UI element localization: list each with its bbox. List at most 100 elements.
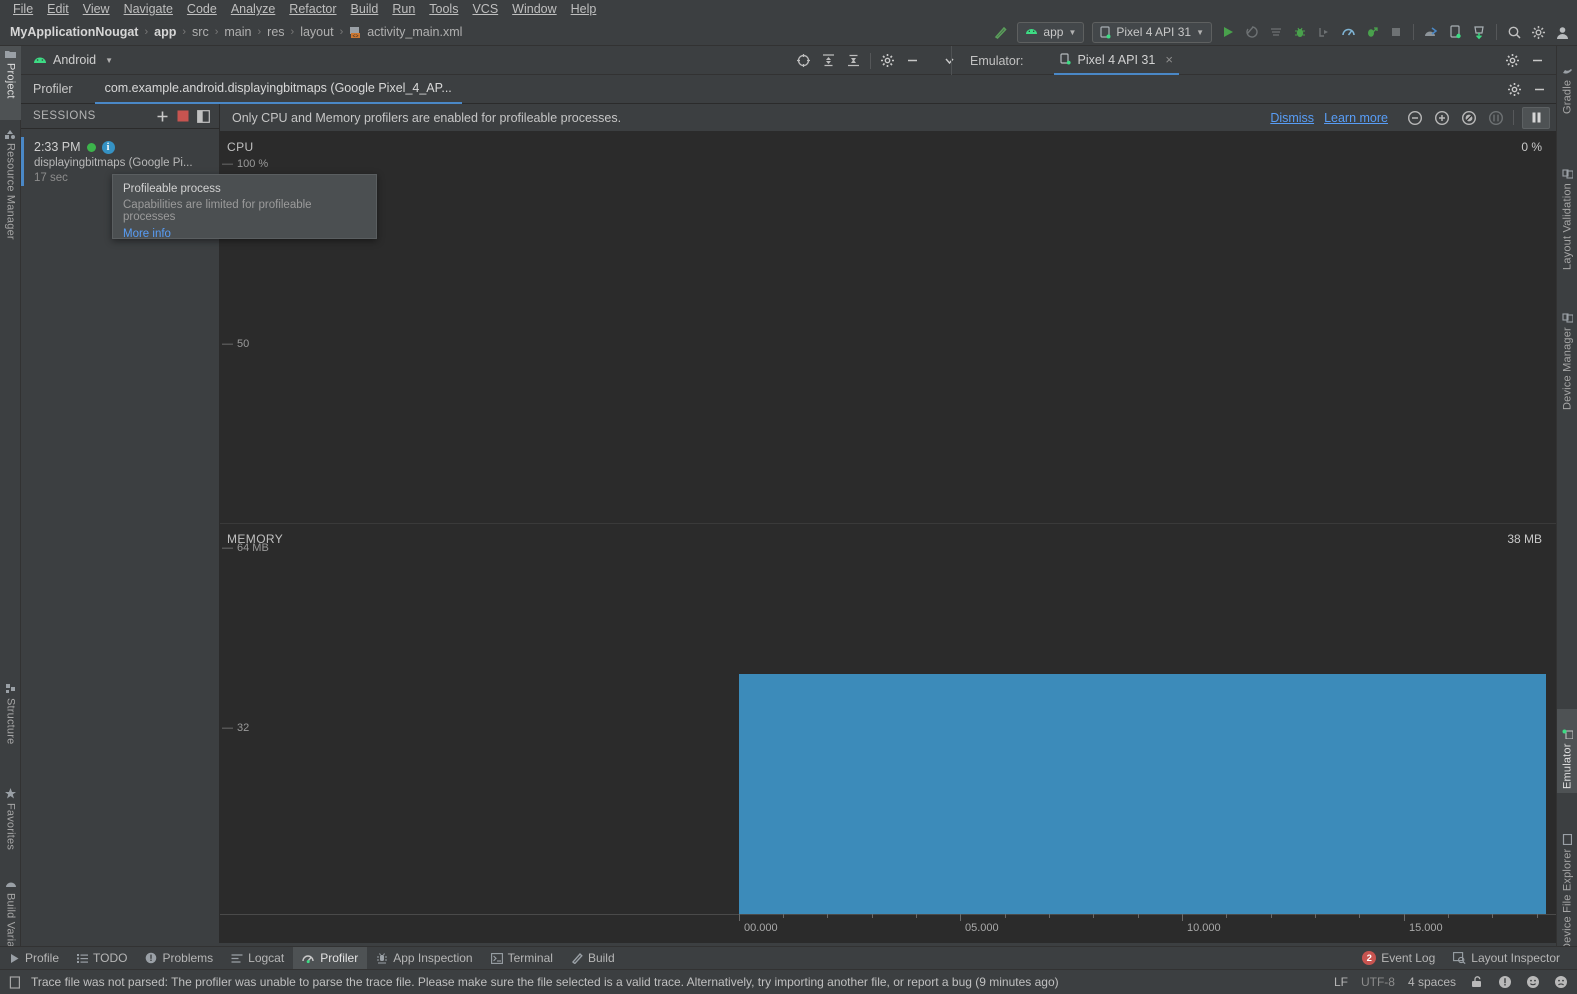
close-icon[interactable]: × [1165, 52, 1173, 67]
debug-attach-icon[interactable] [1361, 22, 1383, 43]
attach-debugger-icon[interactable] [1313, 22, 1335, 43]
info-icon[interactable]: i [101, 140, 115, 154]
target-icon[interactable] [791, 49, 816, 73]
sidebar-item-device-file-explorer[interactable]: Device File Explorer [1557, 803, 1577, 955]
line-separator-indicator[interactable]: LF [1334, 975, 1348, 989]
menu-item-tools[interactable]: Tools [422, 0, 465, 19]
learn-more-link[interactable]: Learn more [1324, 111, 1388, 125]
attach-to-live-icon[interactable] [1483, 107, 1508, 129]
bottom-item-app-inspection[interactable]: App Inspection [367, 947, 481, 970]
memory-chart[interactable]: MEMORY 38 MB —64 MB —32 [220, 523, 1556, 914]
add-session-icon[interactable] [156, 110, 169, 123]
minimize-icon[interactable] [900, 49, 925, 73]
lock-icon[interactable] [1469, 975, 1484, 990]
pause-icon[interactable] [1522, 106, 1550, 129]
encoding-indicator[interactable]: UTF-8 [1361, 975, 1395, 989]
feedback-positive-icon[interactable] [1525, 975, 1540, 990]
bottom-item-logcat[interactable]: Logcat [222, 947, 293, 970]
menu-item-code[interactable]: Code [180, 0, 224, 19]
menu-item-window-label: Window [512, 2, 557, 16]
profiler-timeline[interactable]: CPU 0 % —100 % —50 MEMORY 38 MB —64 MB —… [220, 132, 1556, 943]
stop-session-icon[interactable] [177, 110, 189, 122]
breadcrumb-src[interactable]: src [192, 25, 209, 39]
settings-icon[interactable] [1502, 77, 1527, 101]
android-tool-window-title[interactable]: Android ▼ [21, 53, 113, 67]
breadcrumb-main[interactable]: main [224, 25, 251, 39]
sidebar-item-gradle[interactable]: Gradle [1557, 52, 1577, 118]
tab-profiler-process[interactable]: com.example.android.displayingbitmaps (G… [94, 75, 462, 104]
menu-item-view[interactable]: View [76, 0, 117, 19]
bottom-item-event-log-label: Event Log [1381, 951, 1436, 965]
menu-item-analyze[interactable]: Analyze [224, 0, 282, 19]
breadcrumb-res[interactable]: res [267, 25, 284, 39]
settings-icon[interactable] [875, 49, 900, 73]
menu-item-build[interactable]: Build [344, 0, 386, 19]
breadcrumb-project[interactable]: MyApplicationNougat [10, 25, 138, 39]
run-icon[interactable] [1217, 22, 1239, 43]
apply-changes-icon[interactable] [1241, 22, 1263, 43]
bottom-item-problems[interactable]: Problems [136, 947, 222, 970]
profile-icon[interactable] [1337, 22, 1359, 43]
menu-item-navigate[interactable]: Navigate [117, 0, 180, 19]
search-icon[interactable] [1503, 22, 1525, 43]
menu-item-help[interactable]: Help [564, 0, 604, 19]
bottom-item-event-log[interactable]: 2 Event Log [1353, 947, 1444, 970]
avd-manager-icon[interactable] [1444, 22, 1466, 43]
indent-indicator[interactable]: 4 spaces [1408, 975, 1456, 989]
chevron-down-icon[interactable]: ▼ [105, 56, 113, 65]
bottom-item-todo[interactable]: TODO [68, 947, 136, 970]
menu-item-edit[interactable]: Edit [40, 0, 76, 19]
notification-icon[interactable] [9, 975, 22, 989]
stop-icon[interactable] [1385, 22, 1407, 43]
menu-item-file[interactable]: File [6, 0, 40, 19]
profiler-label: Profiler [33, 82, 73, 96]
breadcrumb-layout[interactable]: layout [300, 25, 333, 39]
hammer-icon[interactable] [990, 22, 1012, 43]
settings-icon[interactable] [1527, 22, 1549, 43]
sidebar-item-favorites[interactable]: Favorites [0, 784, 21, 868]
minimize-icon[interactable] [1525, 49, 1550, 73]
sdk-manager-icon[interactable] [1420, 22, 1442, 43]
dismiss-link[interactable]: Dismiss [1270, 111, 1314, 125]
inspections-icon[interactable] [1497, 975, 1512, 990]
account-icon[interactable] [1551, 22, 1573, 43]
run-configuration-selector[interactable]: app ▼ [1017, 21, 1085, 43]
tooltip-more-info-link[interactable]: More info [123, 228, 366, 240]
tab-emulator-pixel4[interactable]: Pixel 4 API 31 × [1053, 46, 1179, 75]
apply-code-changes-icon[interactable] [1265, 22, 1287, 43]
feedback-negative-icon[interactable] [1553, 975, 1568, 990]
sync-gradle-icon[interactable] [1468, 22, 1490, 43]
sidebar-item-resource-manager[interactable]: Resource Manager [0, 126, 21, 276]
bottom-item-terminal[interactable]: Terminal [482, 947, 562, 970]
bottom-item-layout-inspector[interactable]: Layout Inspector [1444, 947, 1569, 970]
reset-zoom-icon[interactable] [1456, 107, 1481, 129]
cpu-chart[interactable]: CPU 0 % — 100 % — 50 [220, 132, 1556, 523]
sidebar-item-structure[interactable]: Structure [0, 680, 21, 770]
zoom-out-icon[interactable] [1402, 107, 1427, 129]
device-selector[interactable]: Pixel 4 API 31 ▼ [1092, 21, 1212, 43]
sidebar-item-device-manager[interactable]: Device Manager [1557, 284, 1577, 414]
bottom-item-build[interactable]: Build [562, 947, 624, 970]
menu-item-window[interactable]: Window [505, 0, 563, 19]
sidebar-item-project[interactable]: Project [0, 46, 21, 120]
android-icon [33, 55, 47, 66]
zoom-in-icon[interactable] [1429, 107, 1454, 129]
sidebar-item-layout-validation[interactable]: Layout Validation [1557, 126, 1577, 274]
expand-all-icon[interactable] [816, 49, 841, 73]
settings-icon[interactable] [1500, 49, 1525, 73]
breadcrumb-module[interactable]: app [154, 25, 176, 39]
menu-item-vcs[interactable]: VCS [465, 0, 505, 19]
sidebar-item-emulator[interactable]: Emulator [1557, 709, 1577, 793]
status-message[interactable]: Trace file was not parsed: The profiler … [22, 975, 1059, 989]
collapse-panel-icon[interactable] [197, 109, 210, 123]
bottom-item-profiler[interactable]: Profiler [293, 946, 368, 970]
bottom-item-profile[interactable]: Profile [0, 947, 68, 970]
timeline-axis[interactable]: 00.000 05.000 10.000 15.000 [220, 914, 1556, 943]
minimize-icon[interactable] [1527, 77, 1552, 101]
axis-minor-tick [1359, 914, 1360, 918]
debug-icon[interactable] [1289, 22, 1311, 43]
menu-item-refactor[interactable]: Refactor [282, 0, 343, 19]
breadcrumb-file[interactable]: activity_main.xml [367, 25, 462, 39]
collapse-all-icon[interactable] [841, 49, 866, 73]
menu-item-run[interactable]: Run [385, 0, 422, 19]
